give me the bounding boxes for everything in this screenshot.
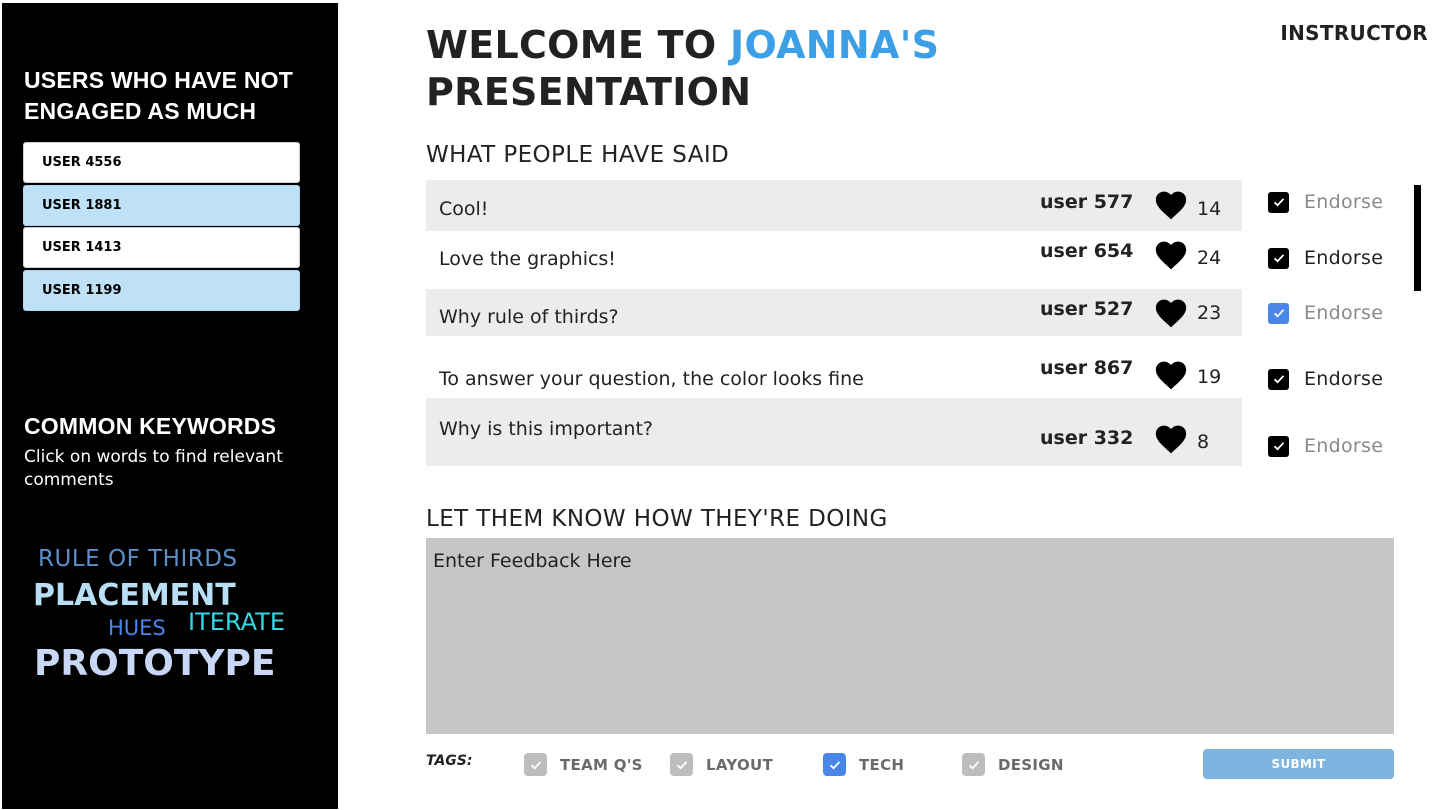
- endorse-checkbox[interactable]: [1268, 191, 1289, 213]
- user-list-item[interactable]: USER 1881: [23, 184, 300, 226]
- comment-author: user 654: [1040, 240, 1134, 262]
- comment-row: Why is this important? user 332 8: [426, 398, 1242, 466]
- common-keywords-heading: COMMON KEYWORDS: [24, 413, 277, 439]
- role-label: INSTRUCTOR: [1280, 21, 1428, 45]
- comment-text: Why rule of thirds?: [439, 306, 619, 328]
- checkmark-icon: [530, 760, 541, 769]
- tag-tech[interactable]: TECH: [823, 753, 904, 776]
- endorse-toggle[interactable]: Endorse: [1268, 247, 1383, 269]
- endorse-label: Endorse: [1304, 191, 1384, 213]
- checkmark-icon: [676, 760, 687, 769]
- tag-label: DESIGN: [998, 755, 1064, 774]
- comment-text: Cool!: [439, 198, 489, 220]
- tags-label: TAGS:: [426, 753, 473, 769]
- endorse-toggle[interactable]: Endorse: [1268, 191, 1383, 213]
- tag-team-qs[interactable]: TEAM Q'S: [524, 753, 643, 776]
- comment-row: Love the graphics! user 654 24: [426, 231, 1242, 289]
- heart-icon[interactable]: [1155, 361, 1187, 390]
- keyword-hues[interactable]: HUES: [108, 616, 166, 640]
- keyword-prototype[interactable]: PROTOTYPE: [34, 643, 275, 684]
- endorse-toggle[interactable]: Endorse: [1268, 435, 1383, 457]
- heart-icon[interactable]: [1155, 425, 1187, 454]
- tag-checkbox[interactable]: [962, 753, 985, 776]
- feedback-input[interactable]: [426, 538, 1394, 734]
- like-count: 23: [1197, 302, 1222, 324]
- tag-checkbox[interactable]: [670, 753, 693, 776]
- common-keywords-subtext: Click on words to find relevant comments: [24, 447, 283, 490]
- checkmark-icon: [1273, 442, 1284, 451]
- comment-author: user 577: [1040, 191, 1134, 213]
- checkmark-icon: [1273, 309, 1284, 318]
- page-title: WELCOME TO JOANNA'S PRESENTATION: [426, 22, 939, 116]
- endorse-checkbox[interactable]: [1268, 302, 1289, 324]
- tag-label: TEAM Q'S: [560, 755, 643, 774]
- endorse-checkbox[interactable]: [1268, 435, 1289, 457]
- feedback-heading: LET THEM KNOW HOW THEY'RE DOING: [426, 506, 888, 532]
- checkmark-icon: [968, 760, 979, 769]
- endorse-checkbox[interactable]: [1268, 247, 1289, 269]
- comment-text: Love the graphics!: [439, 248, 616, 270]
- unengaged-user-list: USER 4556 USER 1881 USER 1413 USER 1199: [23, 142, 300, 312]
- heart-icon[interactable]: [1155, 241, 1187, 270]
- keyword-iterate[interactable]: ITERATE: [188, 608, 285, 636]
- comment-text: To answer your question, the color looks…: [439, 368, 864, 390]
- comment-author: user 867: [1040, 357, 1134, 379]
- checkmark-icon: [1273, 375, 1284, 384]
- endorse-checkbox[interactable]: [1268, 368, 1289, 390]
- comment-row: To answer your question, the color looks…: [426, 336, 1242, 398]
- like-count: 19: [1197, 366, 1222, 388]
- comment-author: user 527: [1040, 298, 1134, 320]
- comment-row: Cool! user 577 14: [426, 180, 1242, 231]
- endorse-label: Endorse: [1304, 368, 1384, 390]
- comments-heading: WHAT PEOPLE HAVE SAID: [426, 142, 730, 168]
- like-count: 8: [1197, 431, 1210, 453]
- sidebar: USERS WHO HAVE NOT ENGAGED AS MUCH USER …: [2, 3, 338, 809]
- comment-row: Why rule of thirds? user 527 23: [426, 289, 1242, 336]
- like-count: 24: [1197, 247, 1222, 269]
- tag-checkbox[interactable]: [823, 753, 846, 776]
- keyword-rule-of-thirds[interactable]: RULE OF THIRDS: [38, 546, 238, 572]
- endorse-label: Endorse: [1304, 302, 1384, 324]
- checkmark-icon: [829, 760, 840, 769]
- endorse-toggle[interactable]: Endorse: [1268, 368, 1383, 390]
- tag-label: LAYOUT: [706, 755, 774, 774]
- checkmark-icon: [1273, 254, 1284, 263]
- endorse-label: Endorse: [1304, 435, 1384, 457]
- app-root: USERS WHO HAVE NOT ENGAGED AS MUCH USER …: [0, 0, 1447, 810]
- tag-layout[interactable]: LAYOUT: [670, 753, 773, 776]
- title-presenter-name: JOANNA'S: [730, 23, 940, 67]
- like-count: 14: [1197, 198, 1222, 220]
- heart-icon[interactable]: [1155, 299, 1187, 328]
- comment-author: user 332: [1040, 427, 1134, 449]
- submit-button[interactable]: SUBMIT: [1203, 749, 1394, 779]
- tag-checkbox[interactable]: [524, 753, 547, 776]
- heart-icon[interactable]: [1155, 191, 1187, 220]
- user-list-item[interactable]: USER 1413: [23, 227, 300, 268]
- tag-label: TECH: [859, 755, 905, 774]
- endorse-toggle[interactable]: Endorse: [1268, 302, 1383, 324]
- unengaged-users-heading: USERS WHO HAVE NOT ENGAGED AS MUCH: [24, 67, 293, 124]
- user-list-item[interactable]: USER 4556: [23, 142, 300, 183]
- endorse-label: Endorse: [1304, 247, 1384, 269]
- checkmark-icon: [1273, 198, 1284, 207]
- user-list-item[interactable]: USER 1199: [23, 269, 300, 311]
- title-line2: PRESENTATION: [426, 70, 752, 114]
- tag-design[interactable]: DESIGN: [962, 753, 1064, 776]
- comments-scrollbar[interactable]: [1414, 185, 1421, 291]
- comment-text: Why is this important?: [439, 418, 653, 440]
- title-prefix: WELCOME TO: [426, 23, 731, 67]
